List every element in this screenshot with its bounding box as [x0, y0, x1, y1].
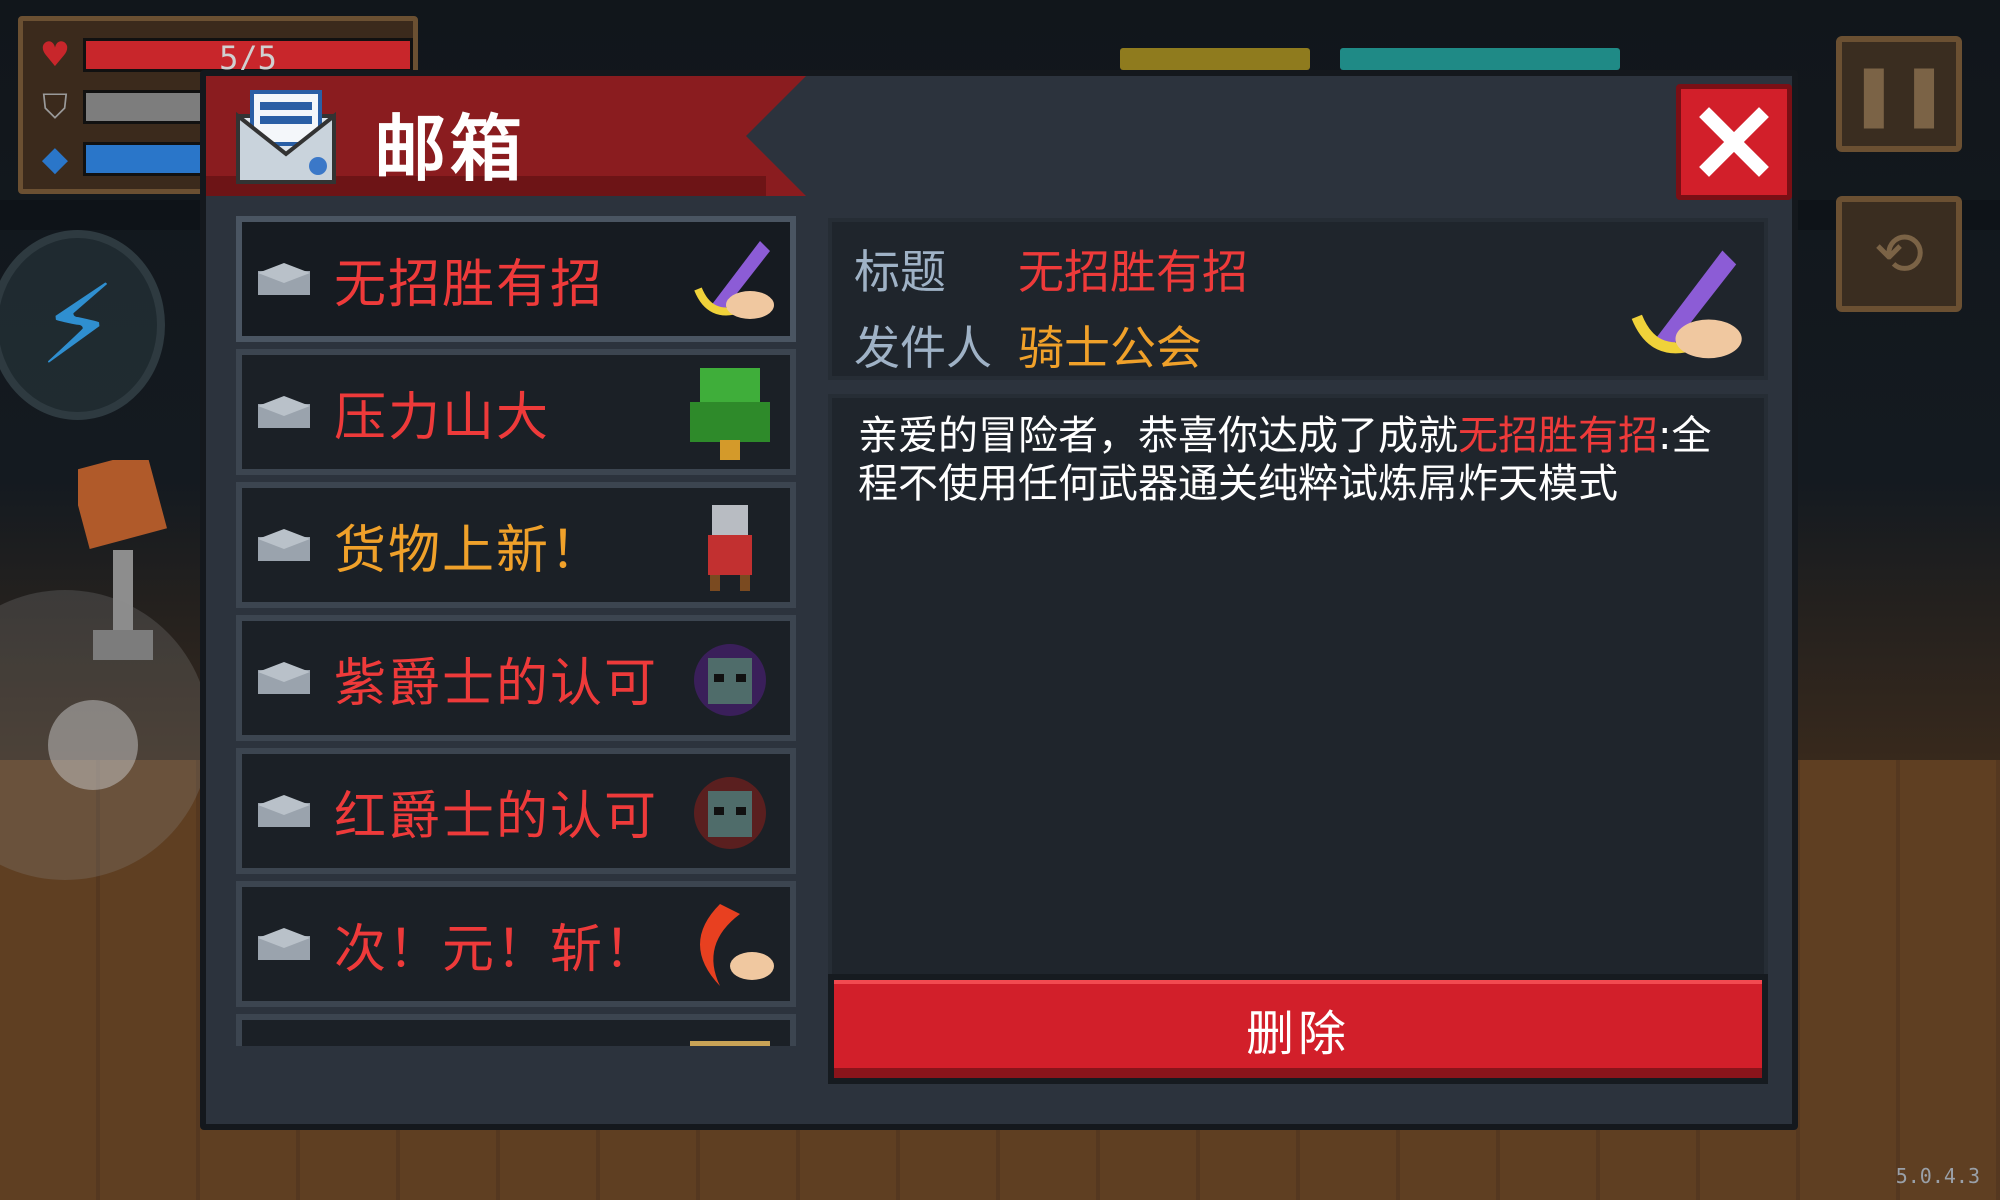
mail-item-5[interactable]: 次！元！斩！ [236, 881, 796, 1007]
title-label: 标题 [854, 245, 946, 299]
shield-icon: ⛉ [42, 87, 68, 127]
dialog-title: 邮箱 [374, 107, 527, 191]
mail-envelope-icon [236, 90, 336, 184]
mail-item-2[interactable]: 货物上新！ [236, 482, 796, 608]
envelope-icon [258, 795, 310, 827]
mail-list[interactable]: 无招胜有招 压力山大 货物上新！ 紫爵士的认可 红爵士的认可 次！元！斩！ [236, 216, 796, 1046]
mail-subject: 红爵士的认可 [334, 786, 659, 847]
mail-body-text: 亲爱的冒险者，恭喜你达成了成就无招胜有招:全程不使用任何武器通关纯粹试炼屌炸天模… [858, 412, 1738, 508]
mail-item-4[interactable]: 红爵士的认可 [236, 748, 796, 874]
red-knight-helmet-icon [694, 777, 766, 849]
mail-subject: 紫爵士的认可 [334, 653, 659, 714]
mail-subject: 货物上新！ [334, 520, 605, 581]
pause-button[interactable]: ❚❚ [1836, 36, 1962, 152]
sender-label: 发件人 [854, 321, 992, 375]
mail-item-6[interactable] [236, 1014, 796, 1046]
mail-body-panel: 亲爱的冒险者，恭喜你达成了成就无招胜有招:全程不使用任何武器通关纯粹试炼屌炸天模… [828, 394, 1768, 1030]
mail-item-1[interactable]: 压力山大 [236, 349, 796, 475]
joystick-knob[interactable] [48, 700, 138, 790]
envelope-icon [258, 928, 310, 960]
close-icon [1699, 107, 1769, 177]
merchant-icon [708, 505, 752, 591]
goblin-boss-icon [690, 368, 770, 460]
background-bar-yellow [1120, 48, 1310, 70]
skill-lightning-button[interactable]: ⚡ [0, 230, 165, 420]
sword-hand-icon [1631, 250, 1742, 359]
pause-icon: ❚❚ [1848, 59, 1950, 129]
close-button[interactable] [1676, 84, 1792, 200]
mailbox-dialog: 邮箱 无招胜有招 压力山大 货物上新！ 紫爵士的认可 红爵士的认可 次！元！斩！… [200, 70, 1798, 1130]
purple-knight-helmet-icon [694, 644, 766, 716]
health-bar: 5/5 [83, 38, 413, 77]
sender-value: 骑士公会 [1018, 321, 1202, 375]
sword-hand-icon [694, 241, 774, 319]
crescent-blade-icon [700, 904, 774, 986]
body-prefix: 亲爱的冒险者，恭喜你达成了成就 [858, 413, 1458, 459]
background-bar-teal [1340, 48, 1620, 70]
envelope-icon [258, 396, 310, 428]
diamond-icon: ◆ [41, 139, 69, 179]
envelope-icon [258, 529, 310, 561]
mail-subject: 压力山大 [334, 387, 551, 448]
envelope-icon [258, 263, 310, 295]
version-label: 5.0.4.3 [1895, 1164, 1980, 1188]
swap-button[interactable]: ⟲ [1836, 196, 1962, 312]
body-highlight: 无招胜有招 [1458, 413, 1658, 459]
mail-item-0[interactable]: 无招胜有招 [236, 216, 796, 342]
scroll-icon [690, 1041, 770, 1046]
heart-icon: ♥ [39, 35, 71, 75]
title-value: 无招胜有招 [1018, 245, 1248, 299]
mail-detail-header: 标题 无招胜有招 发件人 骑士公会 [828, 218, 1768, 380]
dialog-header: 邮箱 [206, 76, 806, 196]
mail-subject: 无招胜有招 [334, 254, 605, 315]
lightning-icon: ⚡ [38, 261, 117, 389]
delete-button[interactable]: 删除 [828, 974, 1768, 1084]
health-row: ♥ 5/5 [33, 35, 413, 77]
swap-icon: ⟲ [1873, 219, 1925, 289]
mail-item-3[interactable]: 紫爵士的认可 [236, 615, 796, 741]
envelope-icon [258, 662, 310, 694]
mail-subject: 次！元！斩！ [334, 919, 659, 980]
